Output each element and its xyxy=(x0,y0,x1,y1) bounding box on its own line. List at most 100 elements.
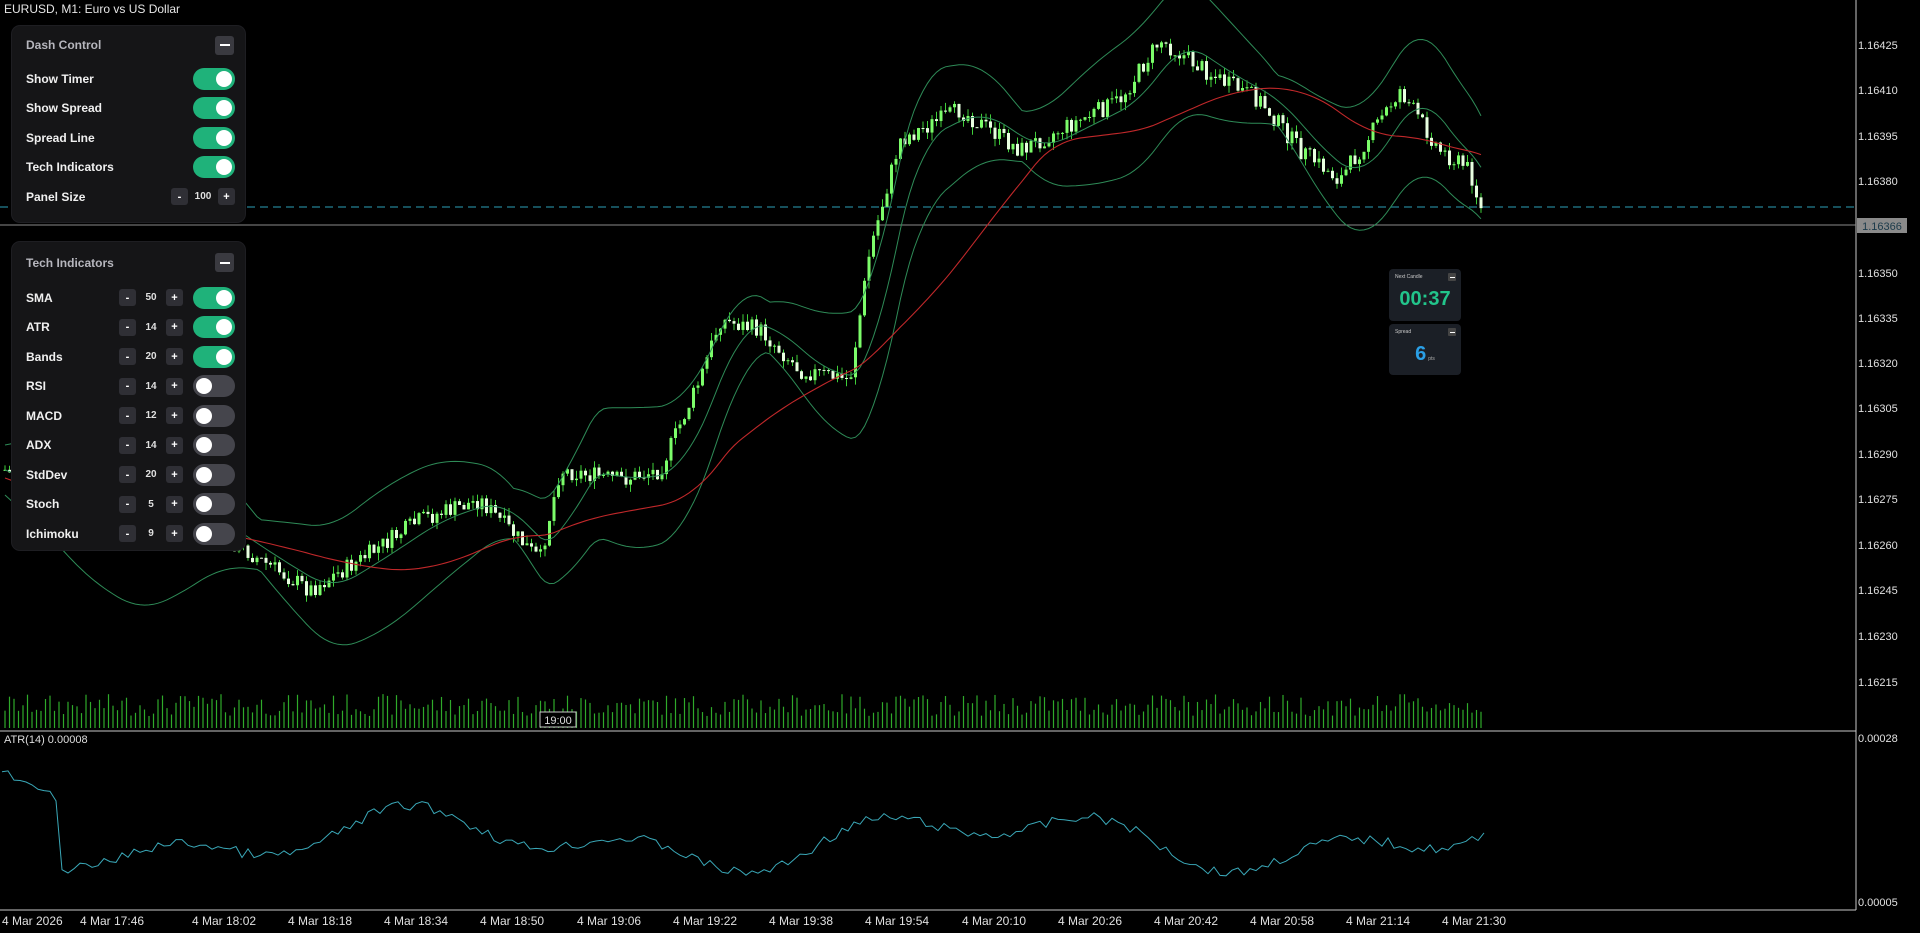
candle-body xyxy=(1097,102,1100,109)
minimize-timer-button[interactable] xyxy=(1448,273,1456,281)
candle-body xyxy=(890,164,893,194)
rsi-increase-button[interactable]: + xyxy=(166,377,183,395)
time-axis-label: 4 Mar 21:14 xyxy=(1346,914,1411,928)
candle-body xyxy=(1443,150,1447,152)
candle-body xyxy=(1389,106,1393,108)
candle-body xyxy=(1214,76,1217,78)
rsi-decrease-button[interactable]: - xyxy=(119,377,136,395)
candle-body xyxy=(453,501,457,515)
candle-body xyxy=(1133,81,1136,94)
time-axis-label: 4 Mar 18:18 xyxy=(288,914,353,928)
candle-body xyxy=(278,562,281,573)
candle-body xyxy=(1223,74,1226,86)
candle-body xyxy=(800,371,803,379)
stddev-period-value: 20 xyxy=(145,469,157,481)
candle-body xyxy=(422,511,425,514)
candle-body xyxy=(683,419,686,425)
atr-toggle[interactable] xyxy=(193,316,235,339)
candle-body xyxy=(1124,94,1127,103)
ichimoku-toggle[interactable] xyxy=(193,522,235,545)
candle-body xyxy=(1362,151,1366,160)
sma-increase-button[interactable]: + xyxy=(166,289,183,307)
minimize-dash-control-button[interactable] xyxy=(215,35,234,55)
time-axis-label: 4 Mar 18:02 xyxy=(192,914,257,928)
candle-body xyxy=(953,103,956,108)
candle-body xyxy=(570,469,574,481)
candle-body xyxy=(998,128,1001,139)
rsi-period-value: 14 xyxy=(145,380,157,392)
spread-line-label: Spread Line xyxy=(26,130,95,145)
stddev-decrease-button[interactable]: - xyxy=(119,466,136,484)
adx-toggle[interactable] xyxy=(193,434,235,457)
toggle-knob xyxy=(216,348,232,365)
candle-body xyxy=(701,368,704,386)
minimize-spread-button[interactable] xyxy=(1448,328,1456,336)
candle-body xyxy=(1421,114,1424,118)
macd-decrease-button[interactable]: - xyxy=(119,407,136,425)
candle-body xyxy=(1412,102,1415,104)
bands-increase-button[interactable]: + xyxy=(166,348,183,366)
candle-body xyxy=(1425,117,1429,138)
macd-increase-button[interactable]: + xyxy=(166,407,183,425)
candle-body xyxy=(1403,89,1406,103)
macd-toggle[interactable] xyxy=(193,404,235,427)
sma-decrease-button[interactable]: - xyxy=(119,289,136,307)
stddev-toggle[interactable] xyxy=(193,463,235,486)
adx-increase-button[interactable]: + xyxy=(166,436,183,454)
price-chart[interactable]: 19:00 1.16366 xyxy=(0,0,1920,933)
candle-body xyxy=(1358,159,1361,164)
candle-body xyxy=(1457,155,1460,165)
crosshair-time-label: 19:00 xyxy=(544,715,572,727)
atr-decrease-button[interactable]: - xyxy=(119,318,136,336)
stoch-toggle[interactable] xyxy=(193,493,235,516)
bands-decrease-button[interactable]: - xyxy=(119,348,136,366)
candle-body xyxy=(485,498,488,514)
candle-body xyxy=(1353,155,1357,164)
tech-indicators-title: Tech Indicators xyxy=(26,255,114,270)
price-axis-label: 1.16425 xyxy=(1858,40,1898,52)
candle-body xyxy=(327,580,331,588)
spread-line-toggle[interactable] xyxy=(193,126,235,149)
timer-widget-title: Next Candle xyxy=(1395,274,1423,280)
candle-body xyxy=(1367,140,1370,152)
atr-increase-button[interactable]: + xyxy=(166,318,183,336)
panel-size-increase-button[interactable]: + xyxy=(218,188,235,206)
time-axis-label: 4 Mar 20:10 xyxy=(962,914,1027,928)
candle-body xyxy=(471,501,475,503)
rsi-toggle[interactable] xyxy=(193,375,235,398)
sma-toggle[interactable] xyxy=(193,286,235,309)
ichimoku-increase-button[interactable]: + xyxy=(166,525,183,543)
candle-body xyxy=(336,572,340,574)
candle-body xyxy=(1115,96,1118,99)
candle-body xyxy=(314,585,317,596)
spread-value: 6 xyxy=(1415,343,1427,365)
candle-body xyxy=(1448,150,1451,166)
show-timer-toggle[interactable] xyxy=(193,67,235,90)
candle-body xyxy=(872,235,875,257)
candle-body xyxy=(503,515,506,518)
candle-body xyxy=(305,581,308,596)
stddev-increase-button[interactable]: + xyxy=(166,466,183,484)
stoch-increase-button[interactable]: + xyxy=(166,495,183,513)
minimize-tech-indicators-button[interactable] xyxy=(215,253,234,272)
candle-body xyxy=(1461,155,1465,166)
candle-body xyxy=(921,128,925,130)
candle-body xyxy=(1344,169,1348,176)
show-spread-toggle[interactable] xyxy=(193,97,235,120)
candle-body xyxy=(678,424,682,429)
adx-decrease-button[interactable]: - xyxy=(119,436,136,454)
candle-body xyxy=(1259,96,1262,107)
candle-body xyxy=(1299,137,1303,160)
ichimoku-decrease-button[interactable]: - xyxy=(119,525,136,543)
bands-period-value: 20 xyxy=(145,351,157,363)
candle-body xyxy=(390,530,394,548)
stoch-decrease-button[interactable]: - xyxy=(119,495,136,513)
price-axis-label: 1.16335 xyxy=(1858,313,1898,325)
candle-body xyxy=(777,345,781,353)
bands-toggle[interactable] xyxy=(193,345,235,368)
tech-indicators-toggle[interactable] xyxy=(193,156,235,179)
time-axis-label: 4 Mar 17:46 xyxy=(80,914,145,928)
atr-label: ATR xyxy=(26,320,50,335)
panel-size-decrease-button[interactable]: - xyxy=(171,188,188,206)
candle-body xyxy=(813,369,817,381)
